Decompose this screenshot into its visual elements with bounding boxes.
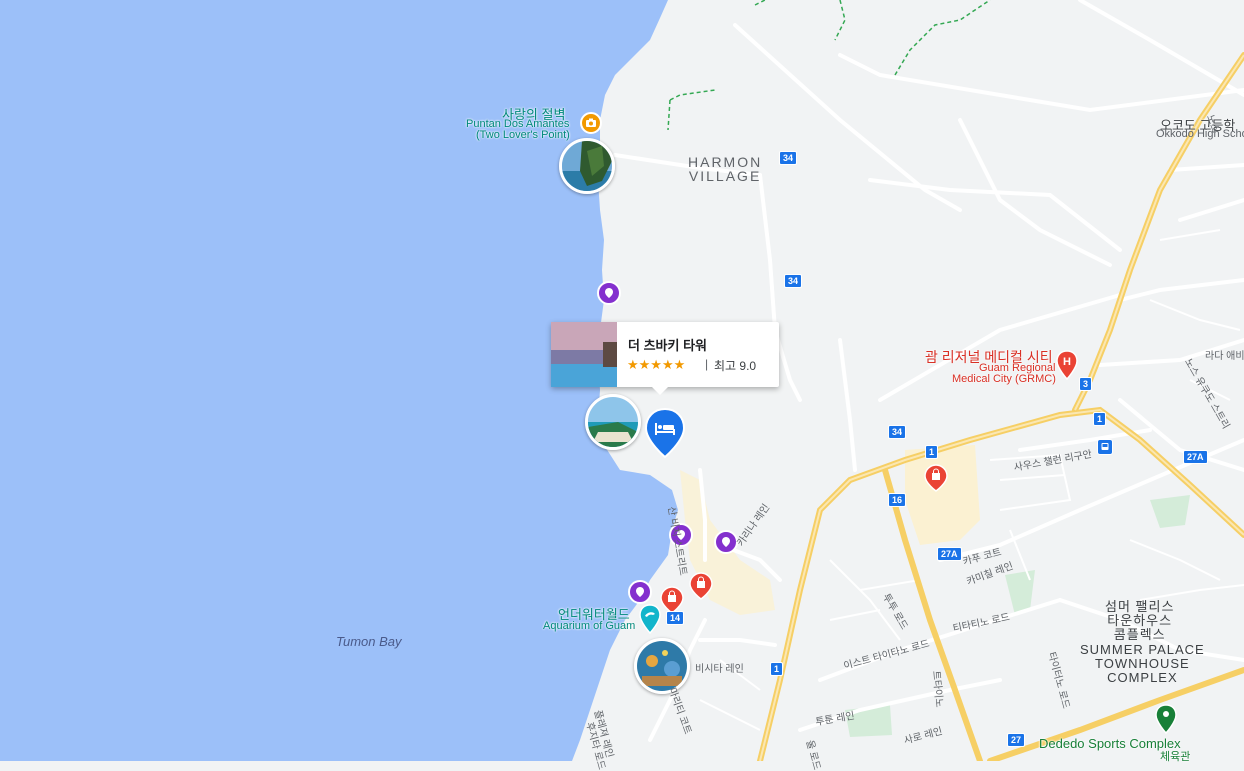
route-shield: 34 [779, 151, 798, 165]
street-label: 비시타 레인 [695, 664, 744, 675]
route-shield: 34 [784, 274, 803, 288]
area-label-line: VILLAGE [688, 168, 762, 184]
hotel-card-title: 더 츠바키 타워 [628, 338, 707, 353]
hotel-bed-icon[interactable] [644, 407, 686, 459]
hotel-card-separator: | [705, 357, 709, 371]
bus-icon[interactable] [1097, 439, 1113, 455]
location-pin-icon[interactable] [597, 281, 621, 305]
route-shield: 1 [925, 445, 939, 459]
aquarium-photo-marker[interactable] [634, 638, 690, 694]
hotel-card-pointer [651, 386, 669, 395]
route-shield: 1 [770, 662, 784, 676]
shopping-bag-icon[interactable] [924, 464, 948, 492]
street-label: 라다 애비 [1205, 351, 1244, 362]
route-shield: 3 [1079, 377, 1093, 391]
hotel-card-image [551, 322, 617, 387]
area-label-line: 콤플렉스 [1113, 627, 1166, 642]
poi-label-okkodo-en[interactable]: Okkodo High Scho [1156, 128, 1244, 140]
route-shield: 27 [1007, 733, 1026, 747]
route-shield: 14 [666, 611, 685, 625]
area-label-harmon: HARMON VILLAGE [688, 155, 762, 183]
area-label-line: HARMON [688, 154, 763, 170]
water-label: Tumon Bay [336, 634, 402, 649]
area-label-line: 타운하우스 [1107, 613, 1173, 628]
poi-label-dededo-ko[interactable]: 체육관 [1160, 748, 1190, 764]
hospital-icon[interactable]: H [1056, 350, 1078, 381]
area-label-summer-palace-en: SUMMER PALACE TOWNHOUSE COMPLEX [1080, 643, 1205, 685]
area-label-line: TOWNHOUSE [1095, 656, 1190, 671]
two-lovers-photo-marker[interactable] [559, 138, 615, 194]
area-label-line: SUMMER PALACE [1080, 642, 1205, 657]
beach-photo-marker[interactable] [585, 394, 641, 450]
hotel-card-stars: ★★★★★ [627, 357, 686, 372]
map-canvas[interactable]: HARMON VILLAGE 섬머 팰리스 타운하우스 콤플렉스 SUMMER … [0, 0, 1244, 771]
route-shield: 27A [937, 547, 962, 561]
poi-label-hospital-en-2[interactable]: Medical City (GRMC) [952, 373, 1056, 385]
poi-label-two-lovers-en-2[interactable]: (Two Lover's Point) [476, 129, 570, 141]
shopping-bag-icon[interactable] [689, 572, 713, 600]
street-label: 트타이노 [930, 670, 945, 708]
route-shield: 1 [1093, 412, 1107, 426]
route-shield: 34 [888, 425, 907, 439]
hotel-info-card[interactable]: 더 츠바키 타워 ★★★★★ | 최고 9.0 [551, 322, 779, 387]
route-shield: 27A [1183, 450, 1208, 464]
area-label-line: COMPLEX [1107, 670, 1178, 685]
svg-text:H: H [1063, 356, 1071, 368]
location-pin-icon[interactable] [628, 580, 652, 604]
shopping-bag-icon[interactable] [660, 586, 684, 614]
camera-icon[interactable] [580, 112, 602, 134]
sports-pin-icon[interactable] [1155, 704, 1177, 735]
route-shield: 16 [888, 493, 907, 507]
area-label-summer-palace-ko: 섬머 팰리스 타운하우스 콤플렉스 [1105, 600, 1174, 642]
poi-label-aquarium-en[interactable]: Aquarium of Guam [543, 620, 635, 632]
dolphin-icon[interactable] [639, 604, 661, 635]
hotel-card-rating: 최고 9.0 [714, 359, 757, 373]
area-label-line: 섬머 팰리스 [1105, 599, 1175, 614]
